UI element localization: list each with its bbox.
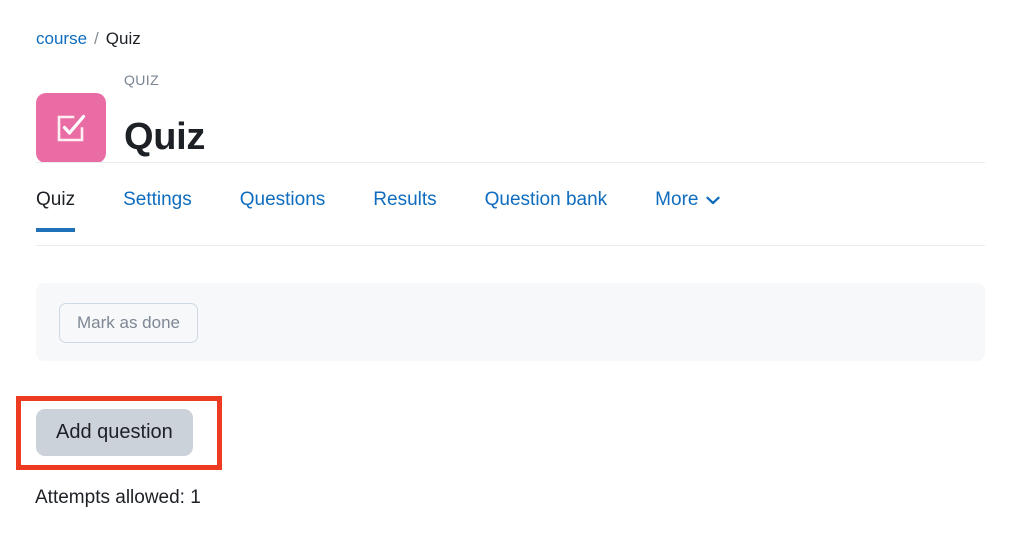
tab-questions-label: Questions: [239, 189, 326, 210]
page-title: Quiz: [124, 116, 206, 159]
tab-quiz[interactable]: Quiz: [36, 188, 76, 232]
breadcrumb-current: Quiz: [105, 29, 141, 48]
add-question-button[interactable]: Add question: [36, 409, 193, 456]
breadcrumb-course-link[interactable]: course: [36, 29, 87, 48]
tab-question-bank[interactable]: Question bank: [485, 188, 608, 232]
activity-tab-bar: Quiz Settings Questions Results Question…: [36, 188, 721, 245]
tab-question-bank-label: Question bank: [484, 189, 608, 210]
quiz-activity-page: course / Quiz QUIZ Quiz Quiz Settings Ques…: [0, 0, 1024, 536]
activity-type-label: QUIZ: [124, 72, 160, 88]
tab-results-label: Results: [373, 189, 437, 210]
activity-title-group: QUIZ Quiz: [124, 72, 205, 185]
activity-header: QUIZ Quiz: [36, 72, 205, 185]
attempts-allowed-text: Attempts allowed: 1: [35, 487, 201, 508]
tab-settings-label: Settings: [123, 189, 192, 210]
breadcrumb-separator: /: [94, 29, 99, 48]
header-divider: [36, 162, 985, 163]
tab-more[interactable]: More: [655, 188, 721, 232]
quiz-checkbox-pen-icon: [36, 93, 106, 164]
tab-questions[interactable]: Questions: [240, 188, 326, 232]
tabs-divider: [36, 245, 985, 246]
tab-more-label: More: [655, 189, 699, 210]
tab-results[interactable]: Results: [373, 188, 436, 232]
mark-as-done-button[interactable]: Mark as done: [59, 303, 198, 343]
chevron-down-icon: [706, 196, 721, 205]
tab-quiz-label: Quiz: [36, 189, 76, 210]
breadcrumb: course / Quiz: [36, 28, 141, 50]
tab-settings[interactable]: Settings: [123, 188, 192, 232]
